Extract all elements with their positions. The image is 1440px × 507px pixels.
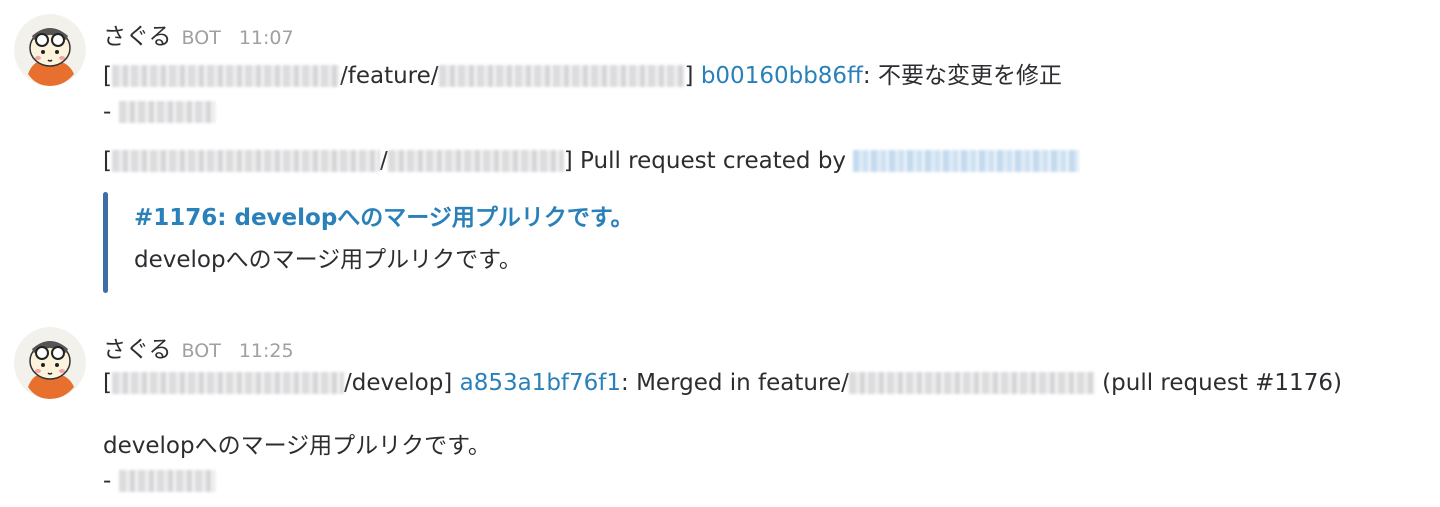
bot-badge: BOT <box>181 27 221 49</box>
fox-pilot-avatar-icon <box>14 327 86 399</box>
sender-name[interactable]: さぐる <box>103 337 172 363</box>
redacted-author <box>118 470 215 492</box>
branch-name: /develop] <box>343 370 453 396</box>
redacted-branch <box>438 65 685 87</box>
bot-badge: BOT <box>181 340 221 362</box>
branch-prefix: /feature/ <box>339 63 439 89</box>
author-prefix: - <box>103 468 112 494</box>
bot-avatar[interactable] <box>14 14 86 86</box>
pr-created-text: Pull request created by <box>572 148 854 174</box>
commit-hash-link[interactable]: a853a1bf76f1 <box>460 370 621 396</box>
redacted-repo-name <box>387 150 564 172</box>
sender-name[interactable]: さぐる <box>103 24 172 50</box>
bracket-open: [ <box>103 370 112 396</box>
author-line: - <box>103 99 215 125</box>
commit-line: [ /feature/] b00160bb86ff: 不要な変更を修正 <box>103 56 1062 90</box>
bot-avatar[interactable] <box>14 327 86 399</box>
bracket-open: [ <box>103 148 112 174</box>
separator: / <box>379 148 388 174</box>
commit-line: [ /develop] a853a1bf76f1: Merged in featu… <box>103 370 1342 396</box>
bracket-close: ] <box>684 63 694 89</box>
commit-body: developへのマージ用プルリクです。 <box>103 433 491 459</box>
bracket-close: ] <box>563 148 573 174</box>
message-header: さぐる BOT 11:25 <box>103 330 294 364</box>
attachment-text: developへのマージ用プルリクです。 <box>134 247 522 273</box>
redacted-branch <box>848 372 1095 394</box>
timestamp[interactable]: 11:07 <box>239 27 294 49</box>
redacted-pr-author-link[interactable] <box>853 150 1080 172</box>
timestamp[interactable]: 11:25 <box>239 340 294 362</box>
author-line: - <box>103 468 215 494</box>
author-prefix: - <box>103 99 112 125</box>
redacted-repo <box>111 65 340 87</box>
commit-message: : Merged in feature/ <box>621 370 849 396</box>
pr-reference: (pull request #1176) <box>1094 370 1342 396</box>
pr-line: [ /] Pull request created by <box>103 148 1080 174</box>
commit-message: : 不要な変更を修正 <box>862 63 1062 89</box>
attachment-title-link[interactable]: #1176: developへのマージ用プルリクです。 <box>134 198 634 232</box>
fox-pilot-avatar-icon <box>14 14 86 86</box>
message-header: さぐる BOT 11:07 <box>103 17 294 51</box>
commit-hash-link[interactable]: b00160bb86ff <box>701 63 863 89</box>
redacted-repo <box>111 372 344 394</box>
bracket-open: [ <box>103 63 112 89</box>
redacted-repo-owner <box>111 150 380 172</box>
redacted-author <box>118 101 215 123</box>
attachment-color-bar <box>103 192 108 293</box>
